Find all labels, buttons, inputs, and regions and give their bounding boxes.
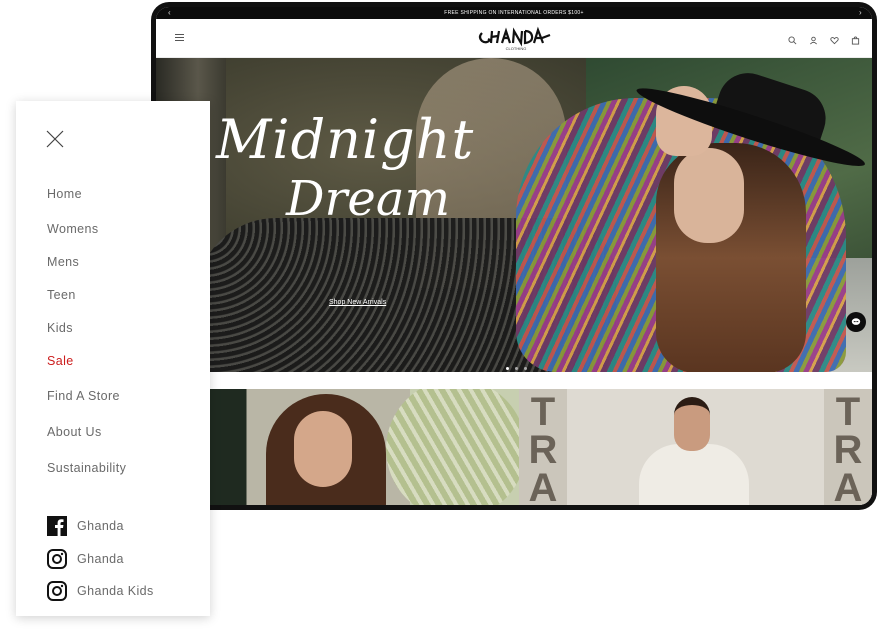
nav-item-home[interactable]: Home: [47, 187, 82, 201]
announcement-bar: ‹ FREE SHIPPING ON INTERNATIONAL ORDERS …: [156, 7, 872, 19]
announcement-next-icon[interactable]: ›: [859, 8, 862, 17]
nav-item-sale[interactable]: Sale: [47, 354, 74, 368]
womens-tile[interactable]: [156, 389, 519, 505]
carousel-dot[interactable]: [524, 367, 527, 370]
carousel-dot[interactable]: [506, 367, 509, 370]
carousel-dot[interactable]: [515, 367, 518, 370]
social-link-instagram[interactable]: Ghanda: [47, 549, 124, 569]
carousel-dots: [506, 367, 527, 370]
instagram-icon: [47, 581, 67, 601]
svg-text:CLOTHING: CLOTHING: [506, 46, 527, 51]
nav-item-find-a-store[interactable]: Find A Store: [47, 389, 120, 403]
menu-icon[interactable]: [175, 34, 184, 43]
close-icon[interactable]: [46, 130, 64, 148]
mens-tile[interactable]: TRA TRA: [519, 389, 872, 505]
nav-item-sustainability[interactable]: Sustainability: [47, 461, 126, 475]
social-label: Ghanda Kids: [77, 584, 154, 598]
cart-icon[interactable]: [851, 32, 860, 45]
tablet-screen: ‹ FREE SHIPPING ON INTERNATIONAL ORDERS …: [156, 7, 872, 505]
hero-title: Midnight Dream: [216, 108, 516, 227]
announcement-text: FREE SHIPPING ON INTERNATIONAL ORDERS $1…: [444, 10, 584, 16]
social-link-facebook[interactable]: Ghanda: [47, 516, 124, 536]
nav-item-teen[interactable]: Teen: [47, 288, 76, 302]
nav-item-mens[interactable]: Mens: [47, 255, 79, 269]
wishlist-icon[interactable]: [830, 32, 839, 45]
nav-item-womens[interactable]: Womens: [47, 222, 99, 236]
social-label: Ghanda: [77, 552, 124, 566]
shop-new-arrivals-link[interactable]: Shop New Arrivals: [329, 299, 386, 306]
ghanda-logo[interactable]: CLOTHING: [476, 25, 556, 53]
nav-item-about-us[interactable]: About Us: [47, 425, 102, 439]
category-tiles: TRA TRA: [156, 389, 872, 505]
facebook-icon: [47, 516, 67, 536]
site-header: CLOTHING: [156, 19, 872, 58]
hero-title-line1: Midnight: [216, 108, 475, 171]
hero-title-line2: Dream: [286, 171, 450, 227]
social-label: Ghanda: [77, 519, 124, 533]
nav-item-kids[interactable]: Kids: [47, 321, 73, 335]
announcement-prev-icon[interactable]: ‹: [168, 8, 171, 17]
mobile-nav-drawer: Home Womens Mens Teen Kids Sale Find A S…: [16, 101, 210, 616]
social-link-instagram-kids[interactable]: Ghanda Kids: [47, 581, 154, 601]
stripe-text: TRA: [519, 389, 567, 505]
instagram-icon: [47, 549, 67, 569]
stripe-text: TRA: [824, 389, 872, 505]
hero-banner[interactable]: Midnight Dream Shop New Arrivals: [156, 58, 872, 372]
tablet-frame: ‹ FREE SHIPPING ON INTERNATIONAL ORDERS …: [151, 2, 877, 510]
account-icon[interactable]: [809, 32, 818, 45]
search-icon[interactable]: [788, 32, 797, 45]
chat-icon[interactable]: [846, 312, 866, 332]
